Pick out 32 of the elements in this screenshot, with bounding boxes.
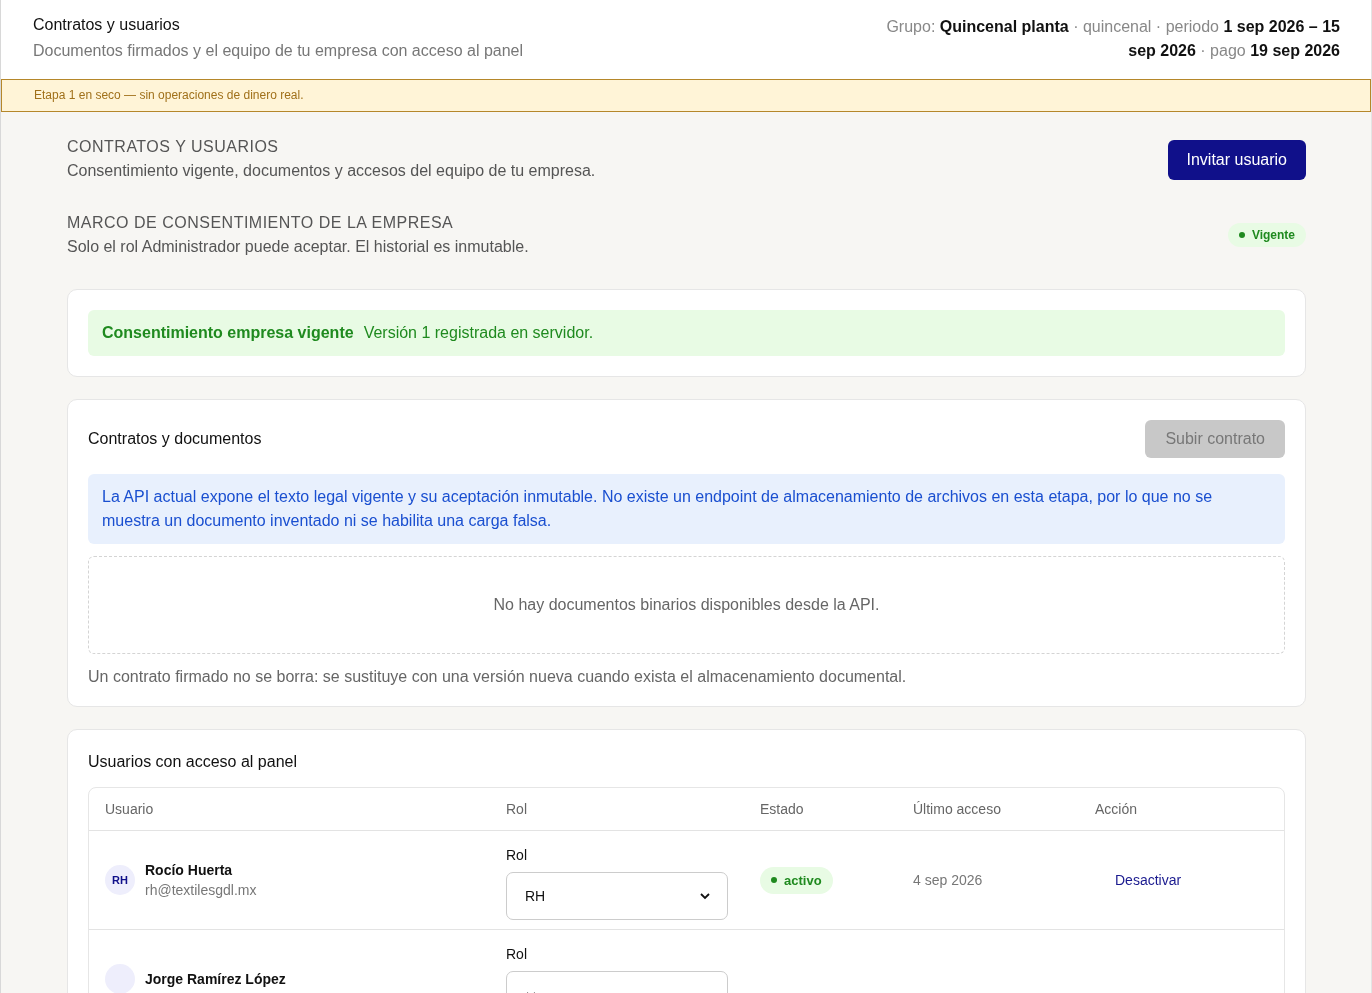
status-badge: activo <box>760 866 833 894</box>
column-header: Acción <box>1095 801 1139 817</box>
user-name: Jorge Ramírez López <box>145 971 286 987</box>
consent-status-text: Versión 1 registrada en servidor. <box>363 324 594 342</box>
pay-group-info: Grupo: Quincenal planta · quincenal · periodo 1 sep 2026 – 15 sep 2026 · pago 19 sep 2026 <box>885 17 1340 61</box>
section-title: MARCO DE CONSENTIMIENTO DE LA EMPRESA <box>67 214 455 232</box>
info-message: La API actual expone el texto legal vigente y su aceptación inmutable. No existe un endpoint de almacenamiento de archivos en esta etapa, por lo que no se muestra un documento inventado ni se habilita una carga falsa. <box>88 474 1285 544</box>
status-badge: Vigente <box>1227 223 1306 247</box>
role-label: Rol <box>506 846 528 863</box>
empty-state-text: No hay documentos binarios disponibles desde la API. <box>493 596 880 614</box>
notice-banner: Etapa 1 en seco — sin operaciones de dinero real. <box>1 79 1371 112</box>
avatar: RH <box>105 865 135 895</box>
last-access-date: 4 sep 2026 <box>913 872 983 888</box>
consent-status-title: Consentimiento empresa vigente <box>102 324 354 342</box>
card-title: Contratos y documentos <box>88 430 262 448</box>
deactivate-link[interactable]: Desactivar <box>1115 872 1182 888</box>
column-header: Rol <box>506 801 528 817</box>
column-header: Usuario <box>105 801 155 817</box>
section-subtitle: Solo el rol Administrador puede aceptar. El historial es inmutable. <box>67 238 529 256</box>
user-name: Rocío Huerta <box>145 862 234 878</box>
page-title: Contratos y usuarios <box>33 16 181 34</box>
column-header: Último acceso <box>913 801 1002 817</box>
role-select[interactable]: RH <box>506 871 728 920</box>
invite-user-button[interactable]: Invitar usuario <box>1167 140 1306 180</box>
column-header: Estado <box>760 801 805 817</box>
role-label: Rol <box>506 945 528 962</box>
card-title: Usuarios con acceso al panel <box>88 753 298 771</box>
page-subtitle: Documentos firmados y el equipo de tu empresa con acceso al panel <box>33 42 524 60</box>
section-title: CONTRATOS Y USUARIOS <box>67 138 280 156</box>
user-email: rh@textilesgdl.mx <box>145 882 257 898</box>
section-subtitle: Consentimiento vigente, documentos y accesos del equipo de tu empresa. <box>67 162 596 180</box>
contracts-note: Un contrato firmado no se borra: se sustituye con una versión nueva cuando exista el almacenamiento documental. <box>88 668 908 686</box>
